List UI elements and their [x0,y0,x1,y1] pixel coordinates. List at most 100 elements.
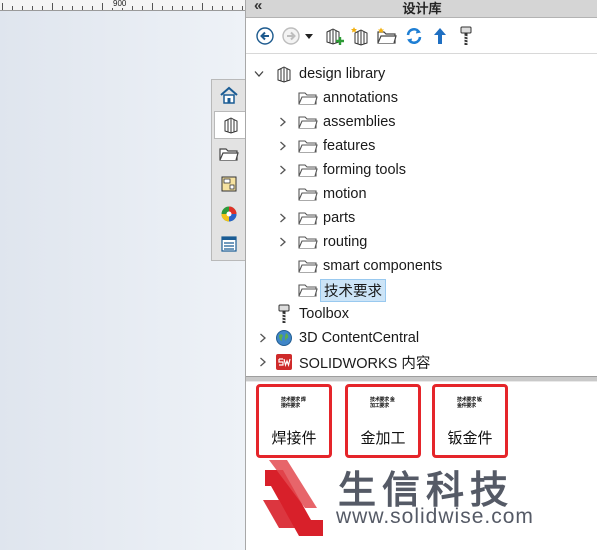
tab-file-explorer[interactable] [215,141,243,167]
tree-node-label: SOLIDWORKS 内容 [299,355,431,372]
library-item-sheet-metal[interactable]: 技术要求 钣金件要求 钣金件 [432,384,508,458]
chevron-right-icon [260,333,266,343]
ruler-tick [72,6,73,10]
ruler-tick [132,6,133,10]
ruler-tick [32,6,33,10]
ruler-tick [52,3,53,10]
expand-arrow[interactable] [258,333,268,343]
graphics-area[interactable]: 900 [0,0,245,550]
tree-node-label: Toolbox [299,306,349,322]
ruler-tick [82,6,83,10]
folder-icon [298,89,318,107]
folder-icon [219,148,239,161]
forward-icon [282,27,300,45]
ruler-tick [12,6,13,10]
toolbox-settings-icon [460,26,472,45]
pane-titlebar: « 设计库 [246,0,597,18]
ruler-tick [62,6,63,10]
task-pane-tab-strip [211,79,246,261]
tree-node-label: smart components [323,258,443,274]
folder-icon [298,233,318,251]
add-to-library-button[interactable] [324,25,346,47]
expand-arrow[interactable] [258,357,268,367]
tree-node-toolbox[interactable]: Toolbox [274,302,349,326]
expand-arrow[interactable] [278,117,288,127]
tree-node-assemblies[interactable]: assemblies [278,110,396,134]
library-item-caption: 焊接件 [271,430,317,447]
ruler-tick [92,6,93,10]
up-one-level-button[interactable] [429,25,451,47]
pane-toolbar [246,19,597,53]
folder-icon [298,257,318,275]
tree-node-technical-requirements[interactable]: 技术要求 [298,278,386,302]
document-preview-icon: 技术要求 焊接件要求 [281,397,306,409]
custom-properties-icon [221,236,237,252]
tab-appearances[interactable] [215,201,243,227]
chevron-right-icon [280,213,286,223]
tree-node-label: parts [323,210,356,226]
pane-splitter[interactable] [246,376,597,382]
appearances-icon [221,206,237,222]
expand-arrow[interactable] [278,165,288,175]
ruler-tick [102,3,103,10]
folder-icon [298,161,318,179]
tree-node-label: forming tools [323,162,407,178]
back-button[interactable] [254,25,276,47]
history-dropdown[interactable] [302,25,316,47]
chevron-right-icon [280,237,286,247]
tree-node-solidworks-content[interactable]: SOLIDWORKS 内容 [258,350,430,374]
tree-node-label: 技术要求 [320,278,386,302]
tree-node-parts[interactable]: parts [278,206,355,230]
tree-node-3d-contentcentral[interactable]: 3D ContentCentral [258,326,419,350]
toolbox-settings-button[interactable] [455,25,477,47]
create-new-folder-button[interactable] [376,25,398,47]
tree-node-forming-tools[interactable]: forming tools [278,158,406,182]
chevron-right-icon [280,165,286,175]
chevron-right-icon [280,141,286,151]
ruler-tick [22,6,23,10]
ruler-tick [162,6,163,10]
tree-node-design-library[interactable]: design library [254,62,385,86]
tab-custom-properties[interactable] [215,231,243,257]
add-file-location-button[interactable] [350,25,372,47]
home-icon [220,86,238,104]
tab-design-library[interactable] [214,111,246,139]
expand-arrow[interactable] [278,237,288,247]
tree-node-label: design library [299,66,386,82]
tab-view-palette[interactable] [215,171,243,197]
forward-button[interactable] [280,25,302,47]
ruler-tick [152,3,153,10]
tree-node-routing[interactable]: routing [278,230,367,254]
ruler-tick [192,6,193,10]
ruler-tick [222,6,223,10]
library-item-weldment[interactable]: 技术要求 焊接件要求 焊接件 [256,384,332,458]
tree-node-annotations[interactable]: annotations [298,86,398,110]
ruler-label: 900 [112,0,128,8]
folder-icon [298,209,318,227]
ruler-tick [232,6,233,10]
toolbar-separator [246,53,597,54]
tree-node-features[interactable]: features [278,134,375,158]
up-one-level-icon [434,28,446,44]
collapse-arrow[interactable] [254,69,264,79]
library-item-machining[interactable]: 技术要求 金加工要求 金加工 [345,384,421,458]
tree-node-motion[interactable]: motion [298,182,367,206]
back-icon [256,27,274,45]
chevron-right-icon [280,117,286,127]
chevron-down-icon [254,71,264,77]
ruler-tick [202,3,203,10]
tab-solidworks-resources[interactable] [215,82,243,108]
expand-arrow[interactable] [278,141,288,151]
view-palette-icon [221,176,237,192]
document-preview-icon: 技术要求 金加工要求 [370,397,395,409]
tree-node-smart-components[interactable]: smart components [298,254,442,278]
chevron-right-icon [260,357,266,367]
tree-node-label: routing [323,234,368,250]
pane-title: 设计库 [402,1,442,16]
solidworks-logo-icon [274,353,294,371]
expand-arrow[interactable] [278,213,288,223]
ruler-tick [212,6,213,10]
refresh-button[interactable] [403,25,425,47]
design-library-icon [274,65,294,83]
tree-node-label: annotations [323,90,398,106]
